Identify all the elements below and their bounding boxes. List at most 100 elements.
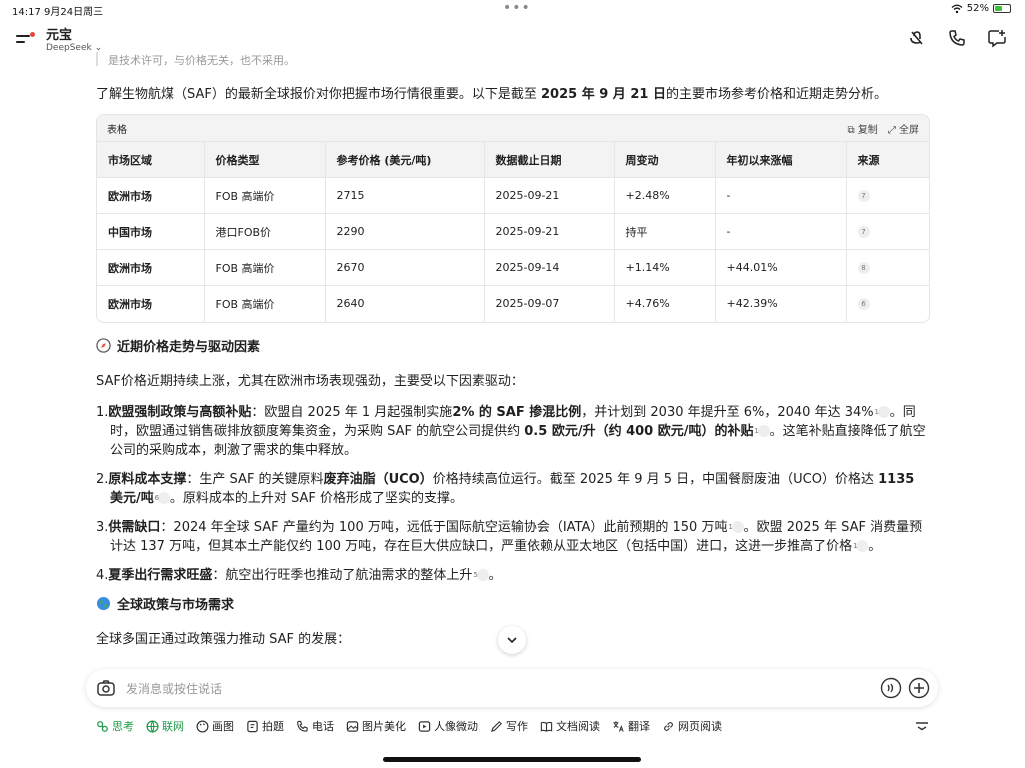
status-right: 52% bbox=[951, 3, 1011, 14]
tool-photo-question[interactable]: 拍题 bbox=[246, 718, 284, 734]
tool-doc-reading[interactable]: 文档阅读 bbox=[540, 718, 600, 734]
factor-list: 1.欧盟强制政策与高额补贴：欧盟自 2025 年 1 月起强制实施2% 的 SA… bbox=[96, 403, 930, 585]
tool-draw[interactable]: 画图 bbox=[196, 718, 234, 734]
book-icon bbox=[540, 721, 553, 732]
tool-web-reading[interactable]: 网页阅读 bbox=[662, 718, 722, 734]
compass-icon bbox=[96, 338, 111, 353]
cell-price: 2640 bbox=[325, 285, 485, 322]
item-text: 。 bbox=[868, 538, 882, 554]
camera-icon[interactable] bbox=[96, 678, 116, 698]
item-title: 欧盟强制政策与高额补贴 bbox=[108, 404, 252, 420]
tool-phone[interactable]: 电话 bbox=[296, 718, 334, 734]
item-title: 夏季出行需求旺盛 bbox=[108, 567, 213, 583]
table-row: 欧洲市场 FOB 高端价 2640 2025-09-07 +4.76% +42.… bbox=[97, 285, 929, 322]
message-input[interactable]: 发消息或按住说话 bbox=[126, 680, 222, 697]
portrait-motion-icon bbox=[418, 720, 431, 732]
tool-translate[interactable]: 翻译 bbox=[612, 718, 650, 734]
cell-source: 8 bbox=[846, 249, 929, 286]
voice-input-icon[interactable] bbox=[880, 677, 902, 699]
section-heading: 全球政策与市场需求 bbox=[96, 595, 930, 613]
intro-text-end: 的主要市场参考价格和近期走势分析。 bbox=[665, 87, 887, 102]
cell-date: 2025-09-21 bbox=[484, 213, 615, 250]
list-number: 1. bbox=[96, 404, 109, 420]
think-icon bbox=[97, 720, 108, 732]
cell-weekly-change: +2.48% bbox=[614, 177, 716, 214]
table-row: 欧洲市场 FOB 高端价 2715 2025-09-21 +2.48% - 7 bbox=[97, 177, 929, 214]
tool-image-beautify[interactable]: 图片美化 bbox=[346, 718, 406, 734]
cell-source: 6 bbox=[846, 285, 929, 322]
cell-ytd-change: +44.01% bbox=[715, 249, 847, 286]
list-item: 3.供需缺口：2024 年全球 SAF 产量约为 100 万吨，远低于国际航空运… bbox=[96, 518, 930, 556]
phone-icon[interactable] bbox=[947, 28, 967, 48]
citation-badge[interactable]: 1 bbox=[875, 406, 890, 418]
item-text: ：欧盟自 2025 年 1 月起强制实施 bbox=[251, 404, 453, 420]
new-chat-icon[interactable] bbox=[987, 28, 1007, 48]
tool-writing[interactable]: 写作 bbox=[490, 718, 528, 734]
translate-icon bbox=[613, 720, 624, 732]
menu-button[interactable] bbox=[14, 28, 36, 50]
citation-badge[interactable]: 7 bbox=[857, 190, 870, 202]
citation-badge[interactable]: 5 bbox=[473, 569, 489, 581]
header-actions bbox=[907, 28, 1007, 48]
chevron-down-icon bbox=[507, 637, 517, 644]
tool-think[interactable]: 思考 bbox=[96, 718, 134, 734]
column-header: 来源 bbox=[846, 141, 929, 178]
multitask-dots-icon[interactable]: ••• bbox=[503, 0, 531, 16]
status-time: 14:17 9月24日周三 bbox=[12, 7, 104, 18]
add-icon[interactable] bbox=[908, 677, 930, 699]
cell-region: 欧洲市场 bbox=[97, 249, 205, 286]
item-text: ，并计划到 2030 年提升至 6%，2040 年达 34% bbox=[581, 404, 874, 420]
cell-price: 2670 bbox=[325, 249, 485, 286]
cell-price-type: FOB 高端价 bbox=[204, 285, 326, 322]
cell-region: 欧洲市场 bbox=[97, 285, 205, 322]
section-title: 近期价格走势与驱动因素 bbox=[117, 340, 261, 355]
battery-percent: 52% bbox=[966, 3, 989, 14]
column-header: 价格类型 bbox=[204, 141, 326, 178]
mute-voice-icon[interactable] bbox=[907, 28, 927, 48]
tool-web[interactable]: 联网 bbox=[146, 718, 184, 734]
table-toolbar: 表格 ⧉ 复制 ⤢ 全屏 bbox=[97, 115, 929, 141]
item-title: 供需缺口 bbox=[108, 519, 161, 535]
collapse-toolbar-icon[interactable] bbox=[915, 720, 929, 732]
fullscreen-label: 全屏 bbox=[899, 124, 919, 136]
home-indicator[interactable] bbox=[383, 757, 641, 762]
image-icon bbox=[346, 720, 359, 732]
citation-badge[interactable]: 1 bbox=[754, 425, 770, 437]
item-text: 。 bbox=[488, 567, 502, 583]
citation-badge[interactable]: 6 bbox=[857, 298, 870, 311]
item-text: 价格持续高位运行。截至 2025 年 9 月 5 日，中国餐厨废油（UCO）价格… bbox=[432, 471, 879, 487]
column-header: 年初以来涨幅 bbox=[715, 141, 847, 178]
globe-icon bbox=[146, 719, 159, 733]
fullscreen-button[interactable]: ⤢ 全屏 bbox=[888, 121, 919, 136]
table-row: 中国市场 港口FOB价 2290 2025-09-21 持平 - 7 bbox=[97, 213, 929, 250]
feature-toolbar: 思考 联网 画图 拍题 电话 图片美化 人像微动 写作 文档阅读 翻译 网页阅读 bbox=[96, 718, 722, 734]
cell-weekly-change: +1.14% bbox=[614, 249, 716, 286]
palette-icon bbox=[196, 720, 209, 732]
table-header-row: 市场区域 价格类型 参考价格 (美元/吨) 数据截止日期 周变动 年初以来涨幅 … bbox=[97, 141, 929, 178]
status-bar: 14:17 9月24日周三 ••• 52% bbox=[0, 0, 1025, 18]
cell-date: 2025-09-14 bbox=[484, 249, 615, 286]
citation-badge[interactable]: 7 bbox=[857, 226, 870, 238]
cell-weekly-change: 持平 bbox=[614, 213, 716, 250]
cell-ytd-change: - bbox=[715, 177, 847, 214]
citation-badge[interactable]: 8 bbox=[857, 262, 870, 274]
copy-label: 复制 bbox=[857, 124, 878, 136]
item-text: ：航空出行旺季也推动了航油需求的整体上升 bbox=[212, 567, 473, 583]
tool-label: 图片美化 bbox=[362, 720, 406, 733]
battery-fill bbox=[995, 6, 1003, 11]
pen-icon bbox=[490, 720, 502, 732]
cell-price-type: FOB 高端价 bbox=[204, 177, 326, 214]
item-text: 。原料成本的上升对 SAF 价格形成了坚实的支撑。 bbox=[169, 490, 464, 506]
citation-badge[interactable]: 1 bbox=[853, 540, 869, 552]
price-table-card: 表格 ⧉ 复制 ⤢ 全屏 市场区域 价格类型 参考价格 (美元/吨) 数据截止日… bbox=[96, 114, 930, 323]
table-tools: ⧉ 复制 ⤢ 全屏 bbox=[847, 121, 919, 136]
citation-badge[interactable]: 6 bbox=[155, 492, 170, 504]
expand-icon: ⤢ bbox=[887, 124, 896, 136]
scroll-to-bottom-button[interactable] bbox=[498, 626, 526, 654]
item-title: 原料成本支撑 bbox=[108, 471, 187, 487]
column-header: 数据截止日期 bbox=[484, 141, 615, 178]
model-selector[interactable]: DeepSeek ⌄ bbox=[46, 43, 102, 53]
copy-button[interactable]: ⧉ 复制 bbox=[847, 121, 877, 136]
tool-portrait-motion[interactable]: 人像微动 bbox=[418, 718, 478, 734]
citation-badge[interactable]: 1 bbox=[728, 521, 744, 533]
